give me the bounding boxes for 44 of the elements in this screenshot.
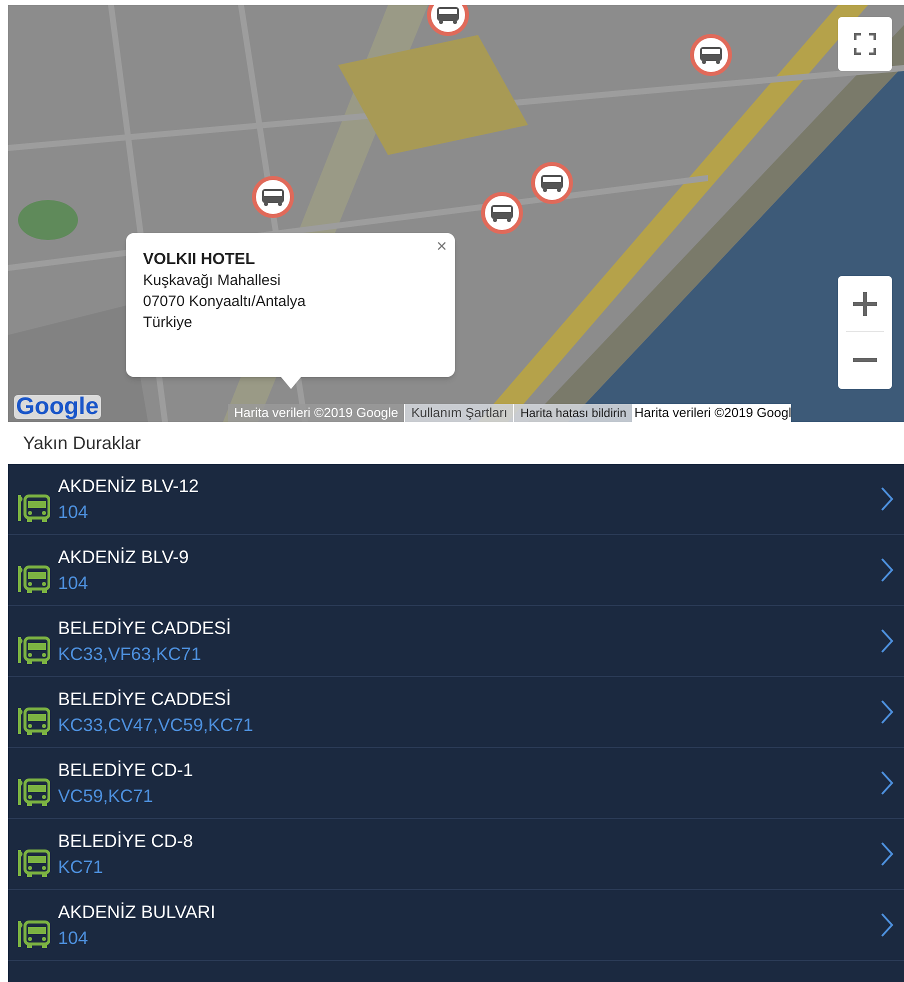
bus-stop-icon	[18, 848, 50, 878]
chevron-right-icon	[880, 770, 894, 796]
map-data-credit: Harita verileri ©2019 Googl	[632, 404, 792, 422]
bus-stop-icon	[18, 493, 50, 523]
bus-stop-icon	[18, 706, 50, 736]
route-list: KC33,VF63,KC71	[58, 641, 880, 667]
route-list: KC71	[58, 854, 880, 880]
stop-name: BELEDİYE CD-1	[58, 759, 194, 782]
stop-name: BELEDİYE CD-8	[58, 830, 194, 853]
fullscreen-icon	[854, 33, 876, 55]
bus-stop-icon	[18, 635, 50, 665]
chevron-right-icon	[880, 486, 894, 512]
stop-name: BELEDİYE CADDESİ	[58, 688, 232, 711]
chevron-right-icon	[880, 628, 894, 654]
chevron-right-icon	[880, 841, 894, 867]
chevron-right-icon	[880, 699, 894, 725]
map-data-credit: Harita verileri ©2019 Google	[228, 404, 404, 422]
address-line: Türkiye	[143, 313, 194, 333]
bus-stop-marker-icon[interactable]	[426, 5, 470, 37]
stop-name: AKDENİZ BLV-12	[58, 475, 200, 498]
route-list: 104	[58, 570, 880, 596]
plus-icon	[853, 292, 877, 316]
address-line: Kuşkavağı Mahallesi	[143, 271, 282, 291]
bus-stop-icon	[18, 777, 50, 807]
chevron-right-icon	[880, 557, 894, 583]
route-list: 104	[58, 925, 880, 951]
stop-name: BELEDİYE CADDESİ	[58, 617, 232, 640]
bus-stop-icon	[18, 564, 50, 594]
minus-icon	[853, 358, 877, 362]
route-list: 104	[58, 499, 880, 525]
google-logo: Google	[14, 395, 101, 419]
section-title: Yakın Duraklar	[22, 432, 142, 454]
route-list: VC59,KC71	[58, 783, 880, 809]
chevron-right-icon	[880, 912, 894, 938]
stop-name: AKDENİZ BLV-9	[58, 546, 190, 569]
place-title: VOLKII HOTEL	[143, 250, 256, 270]
bus-stop-icon	[18, 919, 50, 949]
report-error-link[interactable]: Harita hatası bildirin	[513, 404, 632, 422]
fullscreen-button[interactable]	[838, 17, 892, 71]
stop-name: AKDENİZ BULVARI	[58, 901, 216, 924]
route-list: KC33,CV47,VC59,KC71	[58, 712, 880, 738]
close-button[interactable]: ×	[434, 235, 449, 257]
address-line: 07070 Konyaaltı/Antalya	[143, 292, 307, 312]
terms-link[interactable]: Kullanım Şartları	[404, 404, 514, 422]
